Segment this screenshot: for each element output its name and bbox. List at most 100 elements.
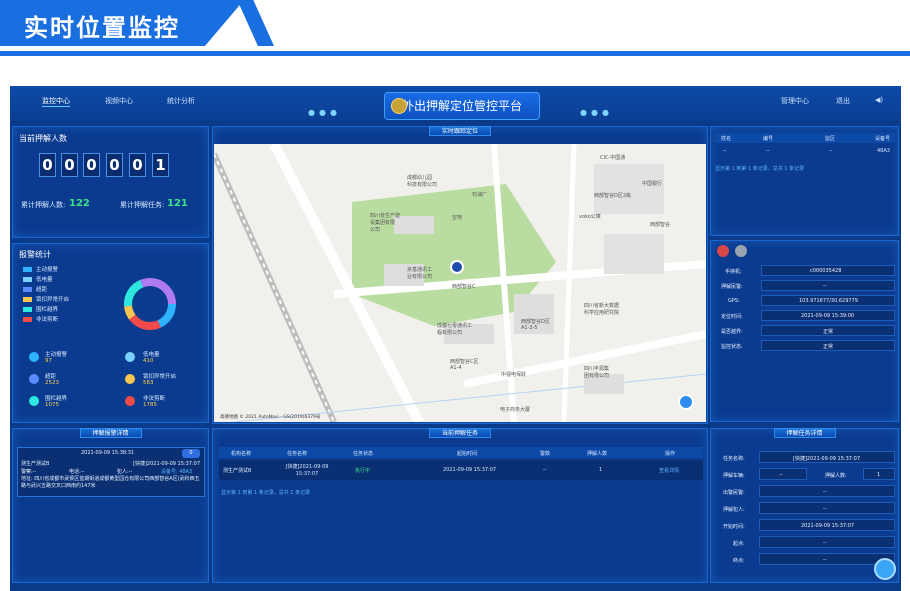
th-name: 姓名 bbox=[721, 136, 732, 142]
info-value: 2021-09-09 15:39:00 bbox=[801, 313, 855, 319]
nav-logout[interactable]: 退出 bbox=[836, 96, 850, 106]
title-dots-right: ●●● bbox=[580, 108, 613, 117]
avatar-icon[interactable] bbox=[717, 245, 729, 257]
task-pager: 显示第 1 到第 1 条记录，总共 1 条记录 bbox=[221, 490, 311, 496]
map-label: A1-3-5 bbox=[521, 325, 538, 331]
platform-title: 外出押解定位管控平台 bbox=[401, 99, 522, 113]
stat-active-alarm: 主动报警 97 bbox=[45, 352, 68, 364]
legend-item: 低电量 bbox=[23, 275, 53, 283]
device-table-header bbox=[715, 133, 895, 143]
task-detail-title: 押解任务详情 bbox=[773, 428, 836, 438]
top-bar: 监控中心 视频中心 统计分析 ●●● 外出押解定位管控平台 ●●● 管理中心 退… bbox=[10, 86, 901, 120]
info-value: -- bbox=[823, 283, 827, 289]
count-digit: 0 bbox=[83, 153, 100, 177]
th-org: 机构名称 bbox=[231, 451, 252, 457]
chat-bubble-icon[interactable] bbox=[874, 558, 896, 580]
detail-value-box bbox=[759, 485, 895, 497]
alarm-time: 2021-09-09 15:38:31 bbox=[81, 450, 135, 456]
info-label: 定位时间: bbox=[721, 314, 743, 320]
detail-value: -- bbox=[823, 540, 827, 546]
th-start-time: 起始时间 bbox=[457, 451, 478, 457]
count-digit: 0 bbox=[106, 153, 123, 177]
nav-admin-center[interactable]: 管理中心 bbox=[781, 96, 809, 106]
nav-monitor-center[interactable]: 监控中心 bbox=[42, 96, 70, 107]
map-label: 西部智谷D区2栋 bbox=[594, 193, 632, 199]
alarm-task: [快捷]2021-09-09 15:37:07 bbox=[133, 461, 201, 467]
td-org: 测生产测试B bbox=[223, 468, 252, 474]
map-label: 西部智谷D区 bbox=[521, 319, 550, 325]
info-label: 是否越界: bbox=[721, 329, 743, 335]
count-panel: 当前押解人数 累计押解人数: 122 累计押解任务: 121 bbox=[12, 126, 209, 238]
detail-label: 押解人数: bbox=[825, 473, 847, 479]
detail-value-box bbox=[759, 536, 895, 548]
count-digit: 0 bbox=[39, 153, 56, 177]
map-label: 成都幼儿园 bbox=[407, 175, 433, 181]
map-label: 科技有限公司 bbox=[407, 182, 438, 188]
td-task-name: [快捷]2021-09-09 15:37:07 bbox=[285, 464, 329, 477]
platform-window: 监控中心 视频中心 统计分析 ●●● 外出押解定位管控平台 ●●● 管理中心 退… bbox=[10, 86, 901, 591]
total-people-value: 122 bbox=[69, 198, 90, 209]
detail-value: 1 bbox=[877, 472, 881, 478]
map-label: CIC-中国通 bbox=[600, 155, 626, 161]
total-tasks-value: 121 bbox=[167, 198, 188, 209]
nav-video-center[interactable]: 视频中心 bbox=[105, 96, 133, 106]
td-device[interactable]: 48A3 bbox=[877, 148, 890, 154]
device-panel: 姓名 编号 监区 设备号 -- -- -- 48A3 显示第 1 到第 1 条记… bbox=[710, 126, 899, 236]
detail-label: 起点: bbox=[733, 541, 745, 547]
detail-label: 出警民警: bbox=[723, 490, 745, 496]
page-header: 实时位置监控 bbox=[0, 0, 910, 56]
td-start-time: 2021-09-09 15:37:07 bbox=[443, 467, 497, 473]
alarm-police: 警察:-- bbox=[21, 469, 37, 475]
legend-item: 超距 bbox=[23, 285, 47, 293]
td-task-status: 执行中 bbox=[355, 468, 371, 474]
refresh-icon[interactable] bbox=[678, 394, 694, 410]
alarm-detail-panel: 押解报警详情 2021-09-09 15:38:31 0 测生产测试B [快捷]… bbox=[12, 428, 209, 583]
th-device: 设备号 bbox=[875, 136, 891, 142]
th-alarms: 警数 bbox=[540, 451, 551, 457]
map-label: 西部智谷C bbox=[452, 284, 476, 290]
speaker-icon[interactable]: ◀) bbox=[875, 96, 883, 104]
alarm-count-badge: 0 bbox=[182, 449, 200, 458]
distance-icon bbox=[29, 374, 39, 384]
map-label: 设集团有限 bbox=[370, 220, 396, 226]
info-value-box bbox=[761, 280, 895, 291]
map-view[interactable]: 成都幼儿园 科技有限公司 四川省生产建 设集团有限 公司 石油厂 空地 京基通讯… bbox=[214, 144, 706, 422]
task-detail-panel: 押解任务详情 任务名称: [快捷]2021-09-09 15:37:07 押解车… bbox=[710, 428, 899, 583]
td-count: 1 bbox=[599, 467, 603, 473]
map-label: 石油厂 bbox=[472, 192, 488, 198]
lock-icon bbox=[125, 374, 135, 384]
stat-over-distance: 超距 2523 bbox=[45, 374, 59, 386]
page-title: 实时位置监控 bbox=[24, 14, 180, 42]
view-detail-link[interactable]: 查看详情 bbox=[659, 467, 679, 474]
alarm-donut-chart bbox=[124, 278, 176, 330]
info-label: 监控状态: bbox=[721, 344, 743, 350]
map-label: A1-4 bbox=[450, 365, 462, 371]
info-value: 正常 bbox=[823, 329, 834, 335]
avatar-icon[interactable] bbox=[735, 245, 747, 257]
th-area: 监区 bbox=[825, 136, 836, 142]
detail-label: 任务名称: bbox=[723, 456, 745, 462]
alarm-phone: 电话:-- bbox=[69, 469, 85, 475]
td-area: -- bbox=[829, 148, 833, 154]
count-digit: 0 bbox=[129, 153, 146, 177]
legend-item: 围栏越界 bbox=[23, 305, 58, 313]
info-value: 正常 bbox=[823, 344, 834, 350]
map-label: 公司 bbox=[370, 227, 381, 233]
detail-value: -- bbox=[823, 506, 827, 512]
th-action: 操作 bbox=[665, 451, 676, 457]
detail-value: -- bbox=[823, 557, 827, 563]
td-number: -- bbox=[766, 148, 770, 154]
header-underline bbox=[0, 51, 910, 56]
map-label: 业有限公司 bbox=[407, 274, 433, 280]
nav-statistics[interactable]: 统计分析 bbox=[167, 96, 195, 106]
th-count: 押解人数 bbox=[587, 451, 608, 457]
map-title: 实时跟踪定位 bbox=[428, 126, 492, 136]
alarm-stats-title: 报警统计 bbox=[19, 250, 51, 259]
alarm-prisoner: 犯人:-- bbox=[117, 469, 133, 475]
detail-value-box bbox=[759, 502, 895, 514]
info-value: c000035428 bbox=[810, 268, 842, 274]
th-task-name: 任务名称 bbox=[287, 451, 308, 457]
detail-value-box bbox=[759, 468, 807, 480]
person-marker-icon[interactable] bbox=[450, 260, 464, 274]
stat-lock-open: 锁扣异常开启 583 bbox=[143, 374, 177, 386]
